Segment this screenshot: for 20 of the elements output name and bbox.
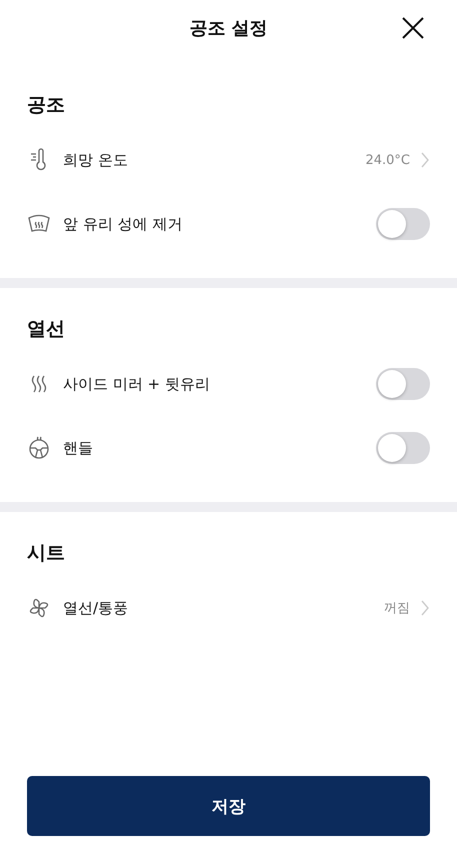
setting-label: 사이드 미러 + 뒷유리 — [63, 374, 211, 394]
chevron-right-icon[interactable] — [420, 151, 430, 169]
steering-wheel-icon — [27, 436, 51, 460]
setting-label: 핸들 — [63, 438, 94, 458]
setting-label: 열선/통풍 — [63, 598, 130, 618]
setting-value: 24.0°C — [365, 152, 410, 168]
setting-label: 희망 온도 — [63, 150, 129, 170]
toggle-switch[interactable] — [376, 432, 430, 464]
chevron-right-icon[interactable] — [420, 599, 430, 617]
section-title: 공조 — [27, 93, 66, 118]
save-button[interactable]: 저장 — [27, 776, 430, 836]
close-icon[interactable] — [401, 16, 425, 40]
section-title: 열선 — [27, 317, 66, 342]
section-title: 시트 — [27, 541, 66, 566]
toggle-switch[interactable] — [376, 368, 430, 400]
screen-title: 공조 설정 — [189, 17, 268, 40]
fan-icon — [27, 596, 51, 620]
setting-value: 꺼짐 — [384, 600, 410, 617]
setting-label: 앞 유리 성에 제거 — [63, 214, 184, 234]
toggle-switch[interactable] — [376, 208, 430, 240]
